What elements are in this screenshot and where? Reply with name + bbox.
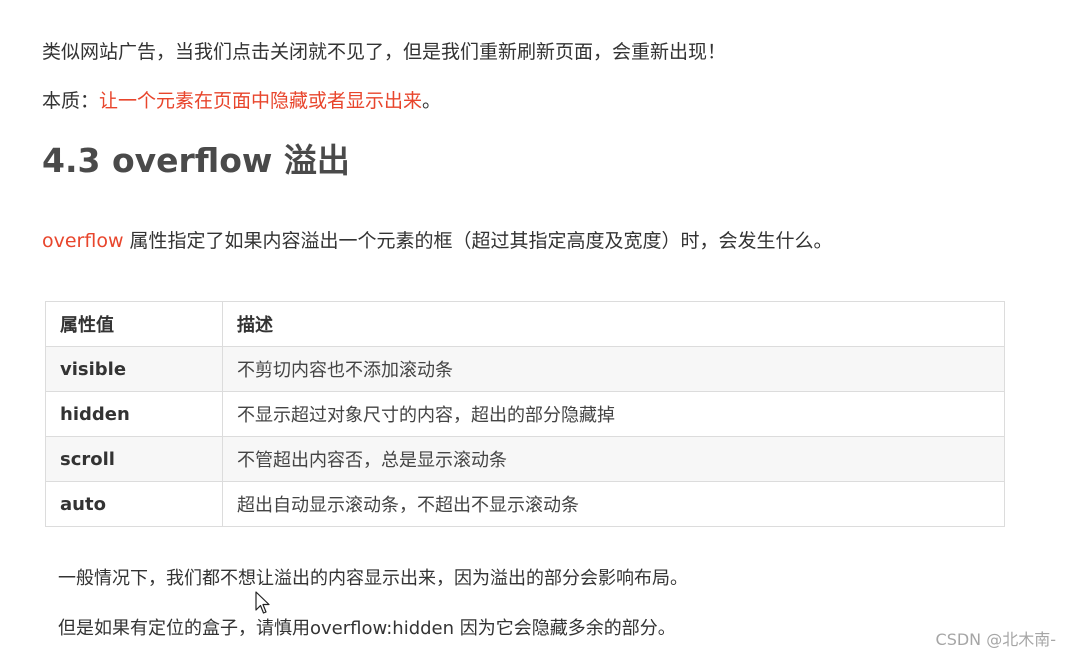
csdn-watermark: CSDN @北木南- [935,630,1056,649]
overflow-property-table: 属性值 描述 visible 不剪切内容也不添加滚动条 hidden 不显示超过… [45,301,1005,527]
essence-end: 。 [422,90,442,112]
table-cell-description: 不剪切内容也不添加滚动条 [222,346,1005,392]
note-paragraph-2: 但是如果有定位的盒子，请慎用overflow:hidden 因为它会隐藏多余的部… [58,618,676,639]
section-heading: 4.3 overflow 溢出 [42,141,350,180]
table-cell-value: hidden [45,391,223,437]
intro-paragraph: 类似网站广告，当我们点击关闭就不见了，但是我们重新刷新页面，会重新出现！ [42,41,727,63]
table-cell-description: 不显示超过对象尺寸的内容，超出的部分隐藏掉 [222,391,1005,437]
table-header-row: 属性值 描述 [45,301,1005,347]
overflow-keyword: overflow [42,230,124,252]
table-header-description: 描述 [222,301,1005,347]
table-row: visible 不剪切内容也不添加滚动条 [45,346,1005,392]
table-row: auto 超出自动显示滚动条，不超出不显示滚动条 [45,481,1005,527]
essence-highlight: 让一个元素在页面中隐藏或者显示出来 [99,90,423,112]
mouse-pointer-icon [255,591,270,614]
table-header-value: 属性值 [45,301,223,347]
essence-paragraph: 本质：让一个元素在页面中隐藏或者显示出来。 [42,89,441,113]
table-row: scroll 不管超出内容否，总是显示滚动条 [45,436,1005,482]
table-row: hidden 不显示超过对象尺寸的内容，超出的部分隐藏掉 [45,391,1005,437]
table-cell-value: scroll [45,436,223,482]
table-cell-description: 不管超出内容否，总是显示滚动条 [222,436,1005,482]
essence-label: 本质： [42,90,100,112]
note-paragraph-1: 一般情况下，我们都不想让溢出的内容显示出来，因为溢出的部分会影响布局。 [58,568,688,589]
table-cell-description: 超出自动显示滚动条，不超出不显示滚动条 [222,481,1005,527]
overflow-description: overflow 属性指定了如果内容溢出一个元素的框（超过其指定高度及宽度）时，… [42,229,833,253]
description-text: 属性指定了如果内容溢出一个元素的框（超过其指定高度及宽度）时，会发生什么。 [123,230,833,252]
table-cell-value: auto [45,481,223,527]
table-cell-value: visible [45,346,223,392]
